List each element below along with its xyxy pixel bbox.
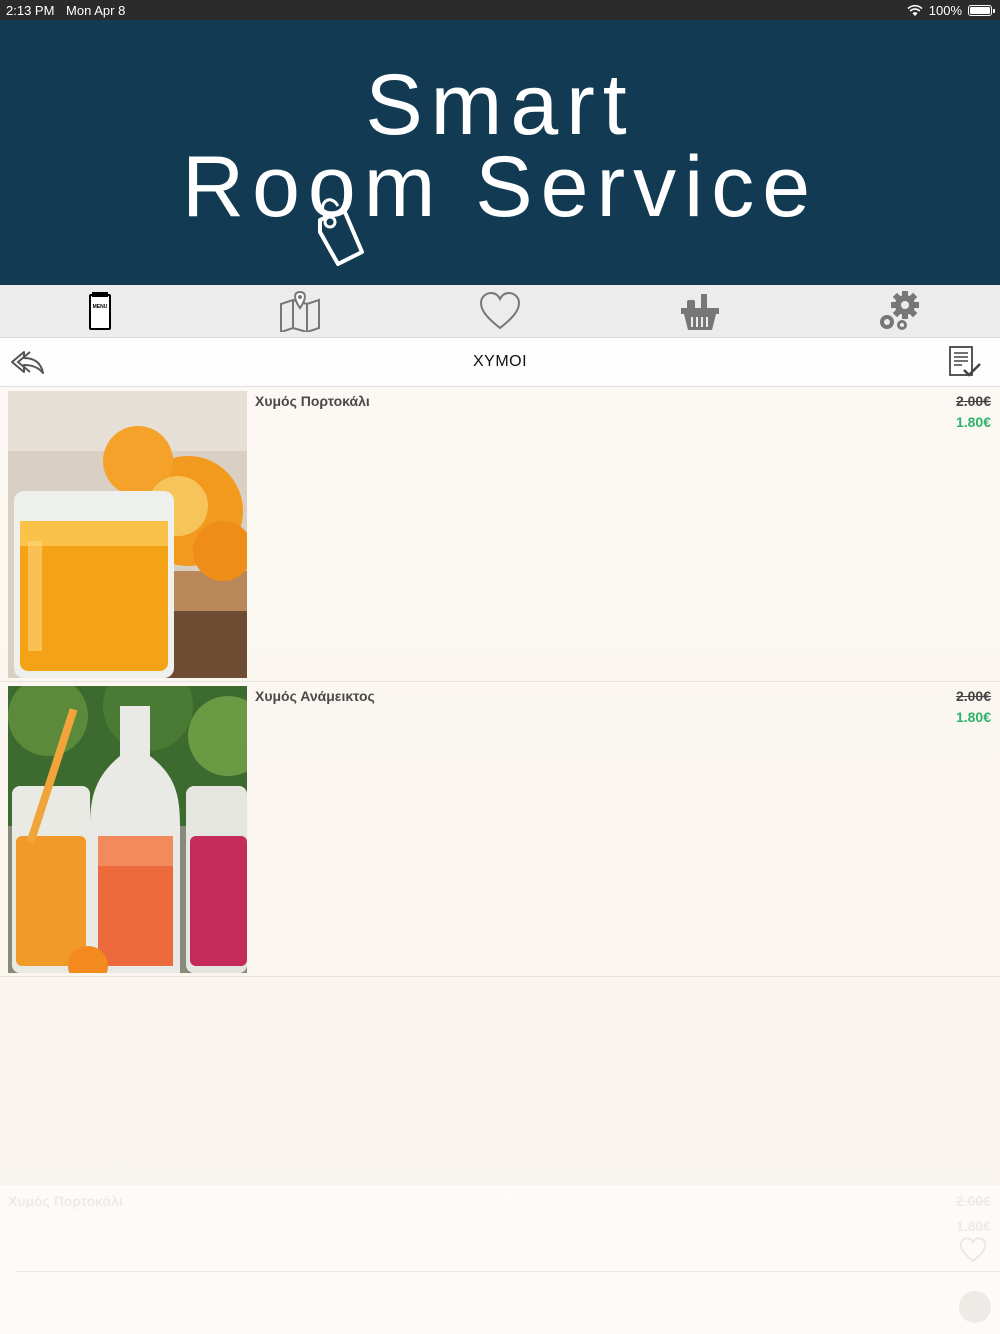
category-header: ΧΥΜΟΙ (0, 338, 1000, 387)
brand-line2: Room Service (181, 139, 819, 235)
nav-basket[interactable] (600, 285, 800, 337)
ghost-heart-icon (959, 1237, 987, 1263)
product-name: Χυμός Ανάμεικτος (255, 688, 375, 704)
tag-icon (318, 198, 364, 266)
nav-settings[interactable] (800, 285, 1000, 337)
main-nav: MENU (0, 285, 1000, 338)
battery-percent: 100% (928, 3, 962, 18)
list-item[interactable]: Χυμός Ανάμεικτος 2.00€ 1.80€ (0, 682, 1000, 977)
product-price: 1.80€ (955, 709, 991, 725)
faded-list-item: Χυμός Πορτοκάλι 2.00€ 1.80€ (0, 1185, 1000, 1334)
status-right: 100% (907, 3, 995, 18)
product-old-price: 2.00€ (955, 688, 991, 704)
status-bar: 2:13 PM Mon Apr 8 100% (0, 0, 1000, 20)
page-title: ΧΥΜΟΙ (472, 353, 528, 370)
nav-map[interactable] (200, 285, 400, 337)
nav-favorites[interactable] (400, 285, 600, 337)
product-list: Χυμός Πορτοκάλι 2.00€ 1.80€ Χυμός Ανάμει… (0, 387, 1000, 1334)
ghost-price: 1.80€ (955, 1218, 991, 1234)
ghost-add-icon (959, 1291, 991, 1323)
brand-banner: Smart Room Service (0, 20, 1000, 285)
heart-icon (479, 291, 521, 330)
basket-icon (681, 294, 719, 330)
status-left: 2:13 PM Mon Apr 8 (6, 3, 133, 18)
settings-gears-icon (880, 291, 919, 330)
status-time: 2:13 PM (6, 3, 55, 18)
product-name: Χυμός Πορτοκάλι (255, 393, 370, 409)
status-date: Mon Apr 8 (66, 3, 126, 18)
product-price: 1.80€ (955, 414, 991, 430)
orange-juice-photo (8, 391, 247, 678)
ghost-product-name: Χυμός Πορτοκάλι (8, 1193, 123, 1209)
nav-menu[interactable]: MENU (0, 285, 200, 337)
order-list-button[interactable] (946, 344, 982, 380)
mixed-juices-photo (8, 686, 247, 973)
list-item[interactable]: Χυμός Πορτοκάλι 2.00€ 1.80€ (0, 387, 1000, 682)
product-old-price: 2.00€ (955, 393, 991, 409)
battery-icon (968, 5, 995, 16)
ghost-divider (16, 1271, 1000, 1272)
menu-icon: MENU (89, 292, 111, 330)
checklist-icon (949, 346, 981, 377)
svg-text:MENU: MENU (93, 304, 108, 310)
map-icon (280, 290, 320, 332)
wifi-icon (907, 4, 923, 16)
ghost-old-price: 2.00€ (955, 1193, 991, 1209)
